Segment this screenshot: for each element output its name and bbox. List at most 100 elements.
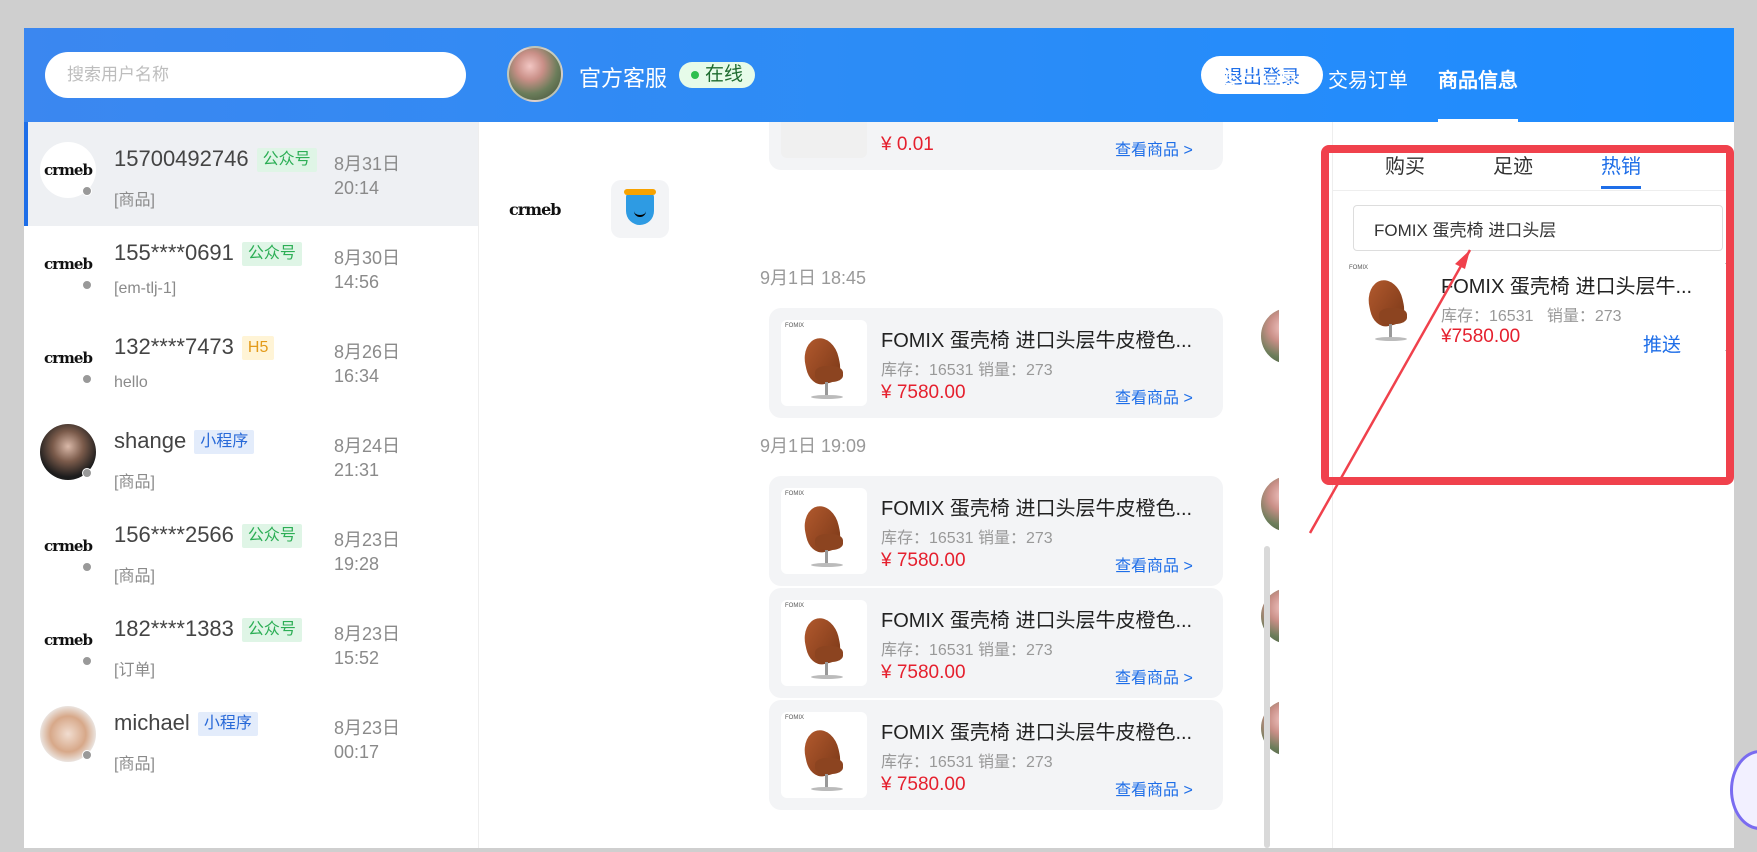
product-price: ¥ 7580.00 [881,774,966,795]
product-title: FOMIX 蛋壳椅 进口头层牛皮橙色... [881,722,1193,744]
product-list-item: FOMIX FOMIX 蛋壳椅 进口头层牛... 库存：16531 销量：273… [1345,262,1715,362]
tab-hot-sale[interactable]: 热销 [1601,150,1641,179]
session-preview: [em-tlj-1] [114,280,177,297]
session-item[interactable]: crmeb 155****0691 公众号 [em-tlj-1] 8月30日 14:… [24,216,478,320]
scroll-down-icon[interactable] [1725,350,1734,356]
emoji-message-bubble [611,180,669,238]
view-product-link[interactable]: 查看商品 > [1115,384,1193,408]
product-message-bubble: FOMIX FOMIX 蛋壳椅 进口头层牛皮橙色... 库存：16531 销量：… [769,700,1223,810]
tab-customer-info[interactable]: 客户信息 [1219,64,1299,93]
tab-footprint[interactable]: 足迹 [1493,150,1533,179]
view-product-link[interactable]: 查看商品 > [1115,664,1193,688]
session-preview: hello [114,374,148,391]
offline-dot-icon [82,750,92,760]
online-dot-icon [691,71,699,79]
app-window: 官方客服 在线 退出登录 客户信息 交易订单 商品信息 crmeb 157004… [24,28,1734,848]
product-message-bubble: FOMIX FOMIX 蛋壳椅 进口头层牛皮橙色... 库存：16531 销量：… [769,308,1223,418]
push-button[interactable]: 推送 [1643,330,1681,357]
product-title: FOMIX 蛋壳椅 进口头层牛皮橙色... [881,498,1193,520]
session-name: 155****0691 公众号 [114,240,302,266]
crmeb-logo: crmeb [509,200,561,219]
product-thumbnail: FOMIX [781,320,867,406]
session-list: crmeb 15700492746 公众号 [商品] 8月31日 20:14 crm… [24,122,479,848]
product-message-bubble: FOMIX FOMIX 蛋壳椅 进口头层牛皮橙色... 库存：16531 销量：… [769,476,1223,586]
online-status-badge: 在线 [679,62,756,88]
offline-dot-icon [82,280,92,290]
online-status-label: 在线 [705,64,744,85]
product-title: FOMIX 蛋壳椅 进口头层牛... [1441,276,1693,298]
session-name: 132****7473 H5 [114,334,275,360]
floating-widget[interactable] [1730,750,1757,830]
session-time: 8月24日 21:31 [334,436,401,480]
product-message-bubble: FOMIX FOMIX 蛋壳椅 进口头层牛皮橙色... 库存：16531 销量：… [769,588,1223,698]
offline-dot-icon [82,374,92,384]
session-name: michael 小程序 [114,710,258,736]
product-thumbnail: FOMIX [781,600,867,686]
product-title: FOMIX 蛋壳椅 进口头层牛皮橙色... [881,330,1193,352]
channel-tag: H5 [241,336,275,360]
session-preview: [商品] [114,192,155,209]
session-time: 8月26日 16:34 [334,342,401,386]
product-price: ¥ 7580.00 [881,550,966,571]
session-item[interactable]: crmeb 156****2566 公众号 [商品] 8月23日 19:28 [24,498,478,602]
session-time: 8月23日 19:28 [334,530,401,574]
product-search-input[interactable] [1353,205,1723,251]
channel-tag: 公众号 [241,242,302,266]
channel-tag: 公众号 [256,148,317,172]
session-name: shange 小程序 [114,428,255,454]
session-item[interactable]: crmeb 182****1383 公众号 [订单] 8月23日 15:52 [24,592,478,696]
channel-tag: 公众号 [241,524,302,548]
session-preview: [商品] [114,474,155,491]
product-thumbnail: FOMIX [781,712,867,798]
product-stock: 库存：16531 销量：273 [881,530,1053,547]
chat-area[interactable]: ¥ 0.01 查看商品 > crmeb 9月1日 18:45 FOMIX FOM… [479,122,1279,848]
agent-avatar [507,46,563,102]
top-bar: 官方客服 在线 退出登录 客户信息 交易订单 商品信息 [24,28,1734,122]
channel-tag: 小程序 [194,430,255,454]
product-stock: 库存：16531 销量：273 [881,642,1053,659]
session-name: 182****1383 公众号 [114,616,302,642]
view-product-link[interactable]: 查看商品 > [1115,136,1193,160]
tab-trade-orders[interactable]: 交易订单 [1328,64,1408,93]
session-time: 8月31日 20:14 [334,154,401,198]
panel-divider [1333,190,1734,191]
product-thumbnail: FOMIX [1345,262,1425,342]
session-time: 8月23日 00:17 [334,718,401,762]
product-thumbnail [781,122,867,158]
product-price: ¥7580.00 [1441,326,1521,347]
agent-message-avatar [1261,476,1279,532]
session-preview: [商品] [114,756,155,773]
product-price: ¥ 7580.00 [881,382,966,403]
view-product-link[interactable]: 查看商品 > [1115,776,1193,800]
product-stock: 库存：16531 销量：273 [881,362,1053,379]
session-item[interactable]: shange 小程序 [商品] 8月24日 21:31 [24,404,478,508]
offline-dot-icon [82,468,92,478]
product-price: ¥ 7580.00 [881,662,966,683]
tab-purchased[interactable]: 购买 [1385,150,1425,179]
emoji-icon [624,189,656,225]
chat-scrollbar[interactable] [1264,546,1270,848]
product-title: FOMIX 蛋壳椅 进口头层牛皮橙色... [881,610,1193,632]
product-stock-sales: 库存：16531 销量：273 [1441,308,1622,325]
message-timestamp: 9月1日 19:09 [759,436,867,456]
message-timestamp: 9月1日 18:45 [759,268,867,288]
session-item[interactable]: michael 小程序 [商品] 8月23日 00:17 [24,686,478,790]
agent-message-avatar [1261,308,1279,364]
scroll-up-icon[interactable] [1725,258,1734,264]
session-item[interactable]: crmeb 15700492746 公众号 [商品] 8月31日 20:14 [24,122,478,226]
session-item[interactable]: crmeb 132****7473 H5 hello 8月26日 16:34 [24,310,478,414]
product-price: ¥ 0.01 [881,134,934,155]
offline-dot-icon [82,656,92,666]
session-time: 8月23日 15:52 [334,624,401,668]
product-panel: 购买 足迹 热销 FOMIX FOMIX 蛋壳椅 进口头层牛... 库存：165… [1332,122,1734,848]
product-stock: 库存：16531 销量：273 [881,754,1053,771]
session-preview: [订单] [114,662,155,679]
search-input[interactable] [45,52,466,98]
view-product-link[interactable]: 查看商品 > [1115,552,1193,576]
offline-dot-icon [82,562,92,572]
session-name: 15700492746 公众号 [114,146,317,172]
product-message-bubble: ¥ 0.01 查看商品 > [769,122,1223,170]
session-preview: [商品] [114,568,155,585]
session-name: 156****2566 公众号 [114,522,302,548]
tab-product-info[interactable]: 商品信息 [1438,64,1518,93]
